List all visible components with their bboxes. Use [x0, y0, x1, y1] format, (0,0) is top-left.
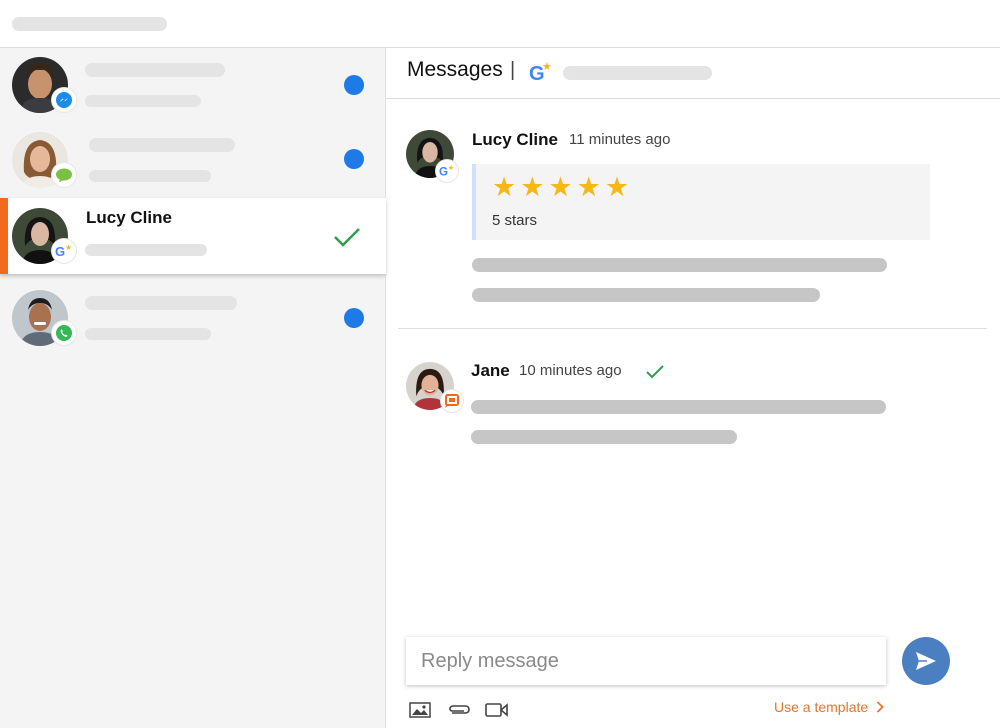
- message-text-placeholder: [471, 400, 886, 414]
- unread-dot: [344, 308, 364, 328]
- webchat-icon: [441, 390, 463, 412]
- message-text-placeholder: [471, 430, 737, 444]
- page-title: Messages: [407, 58, 503, 81]
- message-text-placeholder: [472, 258, 887, 272]
- name-placeholder: [85, 63, 225, 77]
- message-time: 10 minutes ago: [519, 362, 622, 379]
- top-bar: [0, 0, 1000, 48]
- video-icon[interactable]: [484, 700, 510, 720]
- chevron-right-icon: [877, 701, 884, 713]
- svg-text:G: G: [55, 244, 65, 259]
- svg-text:G: G: [439, 166, 448, 178]
- name-placeholder: [85, 296, 237, 310]
- messenger-icon: [52, 88, 76, 112]
- svg-text:★: ★: [65, 243, 72, 252]
- sms-chat-icon: [52, 163, 76, 187]
- divider: [398, 328, 987, 329]
- message-author: Lucy Cline: [472, 130, 558, 149]
- header-placeholder: [563, 66, 712, 80]
- rating-label: 5 stars: [492, 212, 538, 229]
- conversation-name: Lucy Cline: [86, 208, 172, 227]
- unread-dot: [344, 149, 364, 169]
- reply-input[interactable]: [406, 637, 886, 685]
- attachment-icon[interactable]: [446, 700, 472, 720]
- unread-dot: [344, 75, 364, 95]
- conversation-item[interactable]: [0, 122, 386, 196]
- review-card: ★★★★★ 5 stars: [472, 164, 930, 240]
- preview-placeholder: [89, 170, 211, 182]
- star-rating: ★★★★★: [492, 172, 634, 202]
- use-template-label: Use a template: [774, 699, 869, 715]
- conversation-list: G ★ Lucy Cline: [0, 48, 386, 728]
- message-pane: Messages | G ★ G ★ Lucy Cline 11 minutes …: [386, 48, 1000, 728]
- header-separator: |: [510, 59, 516, 81]
- conversation-item[interactable]: [0, 48, 386, 122]
- message-author: Jane: [471, 361, 510, 380]
- reply-box: [406, 637, 886, 685]
- preview-placeholder: [85, 328, 211, 340]
- active-indicator: [0, 198, 8, 274]
- whatsapp-icon: [52, 321, 76, 345]
- preview-placeholder: [85, 244, 207, 256]
- send-button[interactable]: [902, 637, 950, 685]
- conversation-item-active[interactable]: G ★ Lucy Cline: [0, 198, 386, 274]
- use-template-link[interactable]: Use a template: [774, 699, 884, 715]
- check-icon: [646, 365, 664, 379]
- send-icon: [916, 652, 936, 670]
- google-review-icon: G ★: [52, 239, 76, 263]
- svg-text:★: ★: [542, 61, 552, 73]
- top-bar-placeholder: [12, 17, 167, 31]
- google-review-icon: G ★: [529, 61, 552, 84]
- check-icon: [334, 228, 360, 247]
- preview-placeholder: [85, 95, 201, 107]
- svg-text:★: ★: [448, 164, 454, 172]
- conversation-item[interactable]: [0, 282, 386, 356]
- message-time: 11 minutes ago: [569, 131, 671, 148]
- name-placeholder: [89, 138, 235, 152]
- google-review-icon: G ★: [436, 160, 458, 182]
- image-icon[interactable]: [408, 700, 432, 720]
- message-header: Messages | G ★: [386, 48, 1000, 99]
- message-text-placeholder: [472, 288, 820, 302]
